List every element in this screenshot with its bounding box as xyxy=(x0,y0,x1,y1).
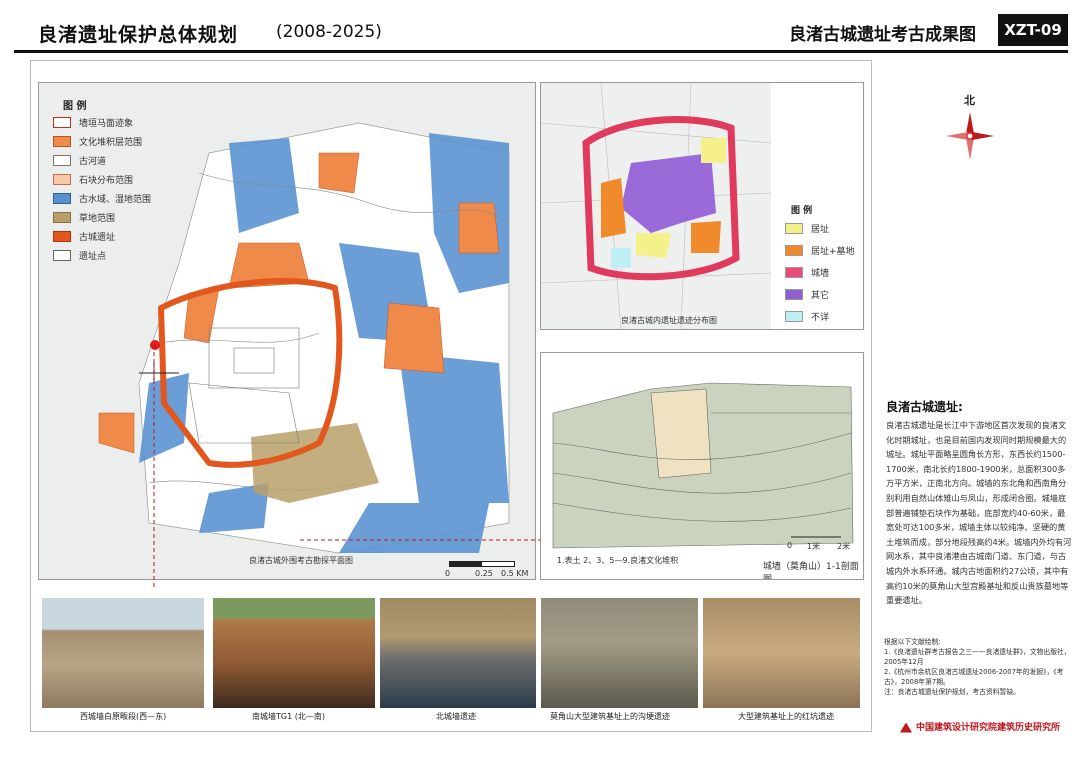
legend-swatch xyxy=(53,174,71,185)
legend-swatch xyxy=(53,117,71,128)
photo-red-pit[interactable] xyxy=(703,598,860,708)
title-bar: 良渚遗址保护总体规划 (2008-2025) 良渚古城遗址考古成果图 XZT-0… xyxy=(14,8,1068,53)
legend-label: 墙垣马面迹象 xyxy=(79,119,134,129)
photo-north-wall[interactable] xyxy=(380,598,536,708)
outer-map-graphic xyxy=(98,122,510,554)
inner-legend-label: 居址+墓地 xyxy=(811,247,855,257)
organization-logo: 中国建筑设计研究院建筑历史研究所 xyxy=(900,720,1060,733)
references-heading: 根据以下文献绘制: xyxy=(884,638,941,646)
section-scale-0: 0 xyxy=(787,541,793,550)
scale-0: 0 xyxy=(445,569,451,578)
section-note: 1.表土 2、3、5—9.良渚文化堆积 xyxy=(557,556,679,565)
plan-title: 良渚遗址保护总体规划 xyxy=(38,24,239,46)
legend-label: 文化堆积层范围 xyxy=(79,138,143,148)
inner-legend-label: 居址 xyxy=(811,225,830,235)
photo-caption-2: 南城墙TG1 (北—南) xyxy=(252,712,325,721)
inner-legend-swatch xyxy=(785,223,803,234)
section-caption: 城墙（莫角山）1-1剖面图 xyxy=(763,562,859,580)
inner-legend-label: 城墙 xyxy=(811,269,830,279)
legend-title: 图 例 xyxy=(63,101,87,112)
inner-legend-label: 其它 xyxy=(811,291,830,301)
sheet-code: XZT-09 xyxy=(998,14,1068,46)
legend-swatch xyxy=(53,231,71,242)
scale-05: 0.5 KM xyxy=(501,569,529,578)
legend-label: 古水域、湿地范围 xyxy=(79,195,152,205)
legend-label: 草地范围 xyxy=(79,214,116,224)
org-name: 中国建筑设计研究院建筑历史研究所 xyxy=(916,723,1061,733)
references: 根据以下文献绘制: 1.《良渚遗址群考古报告之三——良渚遗址群》，文物出版社，2… xyxy=(884,637,1074,697)
scale-bar xyxy=(449,561,515,567)
reference-1: 1.《良渚遗址群考古报告之三——良渚遗址群》，文物出版社，2005年12月 xyxy=(884,648,1071,666)
photo-mojiao-ditch[interactable] xyxy=(541,598,698,708)
inner-city-map[interactable]: 图 例 居址居址+墓地城墙其它不详 良渚古城内遗址遗迹分布图 xyxy=(540,82,864,330)
wall-section-drawing[interactable]: 1.表土 2、3、5—9.良渚文化堆积 城墙（莫角山）1-1剖面图 0 1米 2… xyxy=(540,352,864,580)
reference-2: 2.《杭州市余杭区良渚古城遗址2006-2007年的发掘》，《考古》，2008年… xyxy=(884,668,1064,686)
photo-caption-4: 莫角山大型建筑基址上的沟埂遗迹 xyxy=(550,712,670,721)
inner-legend-swatch xyxy=(785,311,803,322)
photo-south-wall[interactable] xyxy=(213,598,375,708)
photo-caption-3: 北城墙遗迹 xyxy=(436,712,476,721)
legend-label: 遗址点 xyxy=(79,252,107,262)
inner-legend-label: 不详 xyxy=(811,313,830,323)
legend-swatch xyxy=(53,193,71,204)
sheet-title: 良渚古城遗址考古成果图 xyxy=(789,25,976,45)
legend-swatch xyxy=(53,212,71,223)
legend-label: 古河道 xyxy=(79,157,107,167)
photo-caption-1: 西城墙白原畈段(西—东) xyxy=(80,712,167,721)
legend-swatch xyxy=(53,155,71,166)
inner-legend-swatch xyxy=(785,245,803,256)
photo-caption-5: 大型建筑基址上的红坑遗迹 xyxy=(738,712,834,721)
legend-swatch xyxy=(53,136,71,147)
plan-years: (2008-2025) xyxy=(276,22,382,42)
photo-west-wall[interactable] xyxy=(42,598,204,708)
description-text: 良渚古城遗址是长江中下游地区首次发现的良渚文化时期城址，也是目前国内发现同时期规… xyxy=(886,420,1072,606)
compass: 北 xyxy=(940,92,1000,162)
references-note: 注：良渚古城遗址保护规划，考古资料暂缺。 xyxy=(884,688,1020,696)
org-icon xyxy=(900,722,912,733)
legend-label: 古城遗址 xyxy=(79,233,116,243)
inner-map-graphic xyxy=(541,83,771,329)
inner-legend-title: 图 例 xyxy=(791,206,813,216)
description-title: 良渚古城遗址: xyxy=(886,400,963,414)
outer-map-caption: 良渚古城外围考古勘探平面图 xyxy=(249,556,353,565)
inner-map-caption: 良渚古城内遗址遗迹分布图 xyxy=(621,316,717,325)
section-scale-2: 2米 xyxy=(837,542,851,551)
legend-swatch xyxy=(53,250,71,261)
section-scale-1: 1米 xyxy=(807,542,821,551)
north-arrow-icon xyxy=(946,112,994,160)
scale-025: 0.25 xyxy=(475,569,493,578)
outer-survey-map[interactable]: 图 例 墙垣马面迹象 文化堆积层范围 古河道石块分布范围古水域、湿地范围 草地范围古城… xyxy=(38,82,536,580)
inner-legend-swatch xyxy=(785,267,803,278)
inner-legend-swatch xyxy=(785,289,803,300)
legend-label: 石块分布范围 xyxy=(79,176,134,186)
